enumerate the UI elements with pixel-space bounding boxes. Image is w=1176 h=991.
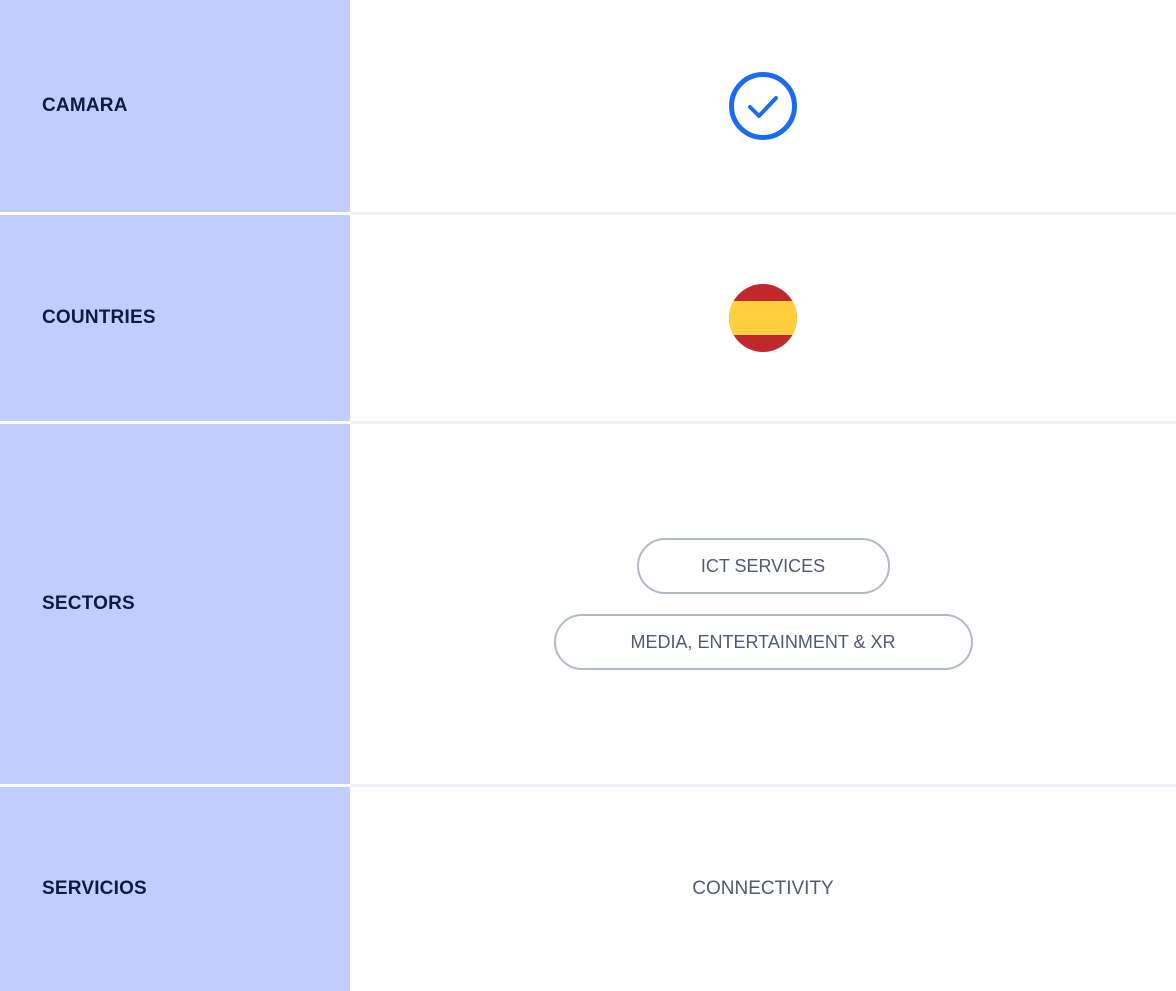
sector-tag-label: MEDIA, ENTERTAINMENT & XR bbox=[630, 631, 896, 652]
servicios-value: CONNECTIVITY bbox=[692, 878, 834, 899]
value-cell-sectors: ICT SERVICES MEDIA, ENTERTAINMENT & XR bbox=[350, 424, 1176, 784]
label-servicios: SERVICIOS bbox=[42, 878, 147, 899]
label-cell-countries: COUNTRIES bbox=[0, 215, 350, 421]
label-cell-camara: CAMARA bbox=[0, 0, 350, 212]
value-cell-camara bbox=[350, 0, 1176, 212]
info-table: CAMARA COUNTRIES SECTORS ICT SERVICES ME… bbox=[0, 0, 1176, 991]
table-row-sectors: SECTORS ICT SERVICES MEDIA, ENTERTAINMEN… bbox=[0, 424, 1176, 784]
check-circle-icon bbox=[727, 70, 799, 142]
sector-tag-label: ICT SERVICES bbox=[700, 555, 826, 576]
spain-flag-icon bbox=[729, 284, 797, 352]
label-sectors: SECTORS bbox=[42, 593, 135, 614]
label-cell-servicios: SERVICIOS bbox=[0, 787, 350, 991]
table-row-camara: CAMARA bbox=[0, 0, 1176, 212]
label-cell-sectors: SECTORS bbox=[0, 424, 350, 784]
table-row-servicios: SERVICIOS CONNECTIVITY bbox=[0, 787, 1176, 991]
value-cell-servicios: CONNECTIVITY bbox=[350, 787, 1176, 991]
value-cell-countries bbox=[350, 215, 1176, 421]
label-camara: CAMARA bbox=[42, 95, 128, 116]
sector-tag-media-entertainment-xr[interactable]: MEDIA, ENTERTAINMENT & XR bbox=[553, 614, 973, 670]
table-row-countries: COUNTRIES bbox=[0, 215, 1176, 421]
sector-tag-ict-services[interactable]: ICT SERVICES bbox=[636, 538, 890, 594]
label-countries: COUNTRIES bbox=[42, 307, 156, 328]
